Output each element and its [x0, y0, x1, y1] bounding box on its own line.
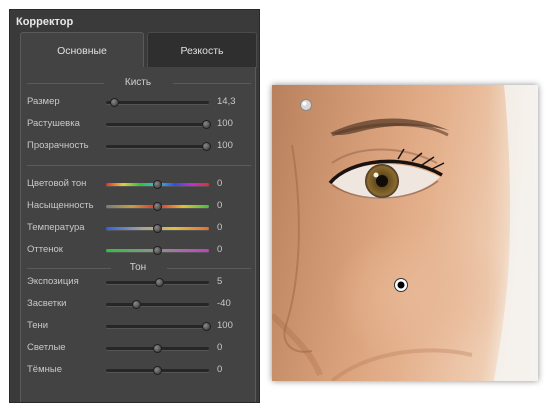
slider-value: 0	[217, 244, 223, 255]
slider-label: Засветки	[27, 298, 67, 309]
slider-track[interactable]	[106, 202, 209, 211]
slider-row: Прозрачность 100	[21, 139, 255, 153]
slider-track[interactable]	[106, 366, 209, 375]
slider-label: Тёмные	[27, 364, 62, 375]
slider-label: Экспозиция	[27, 276, 79, 287]
slider-row: Засветки -40	[21, 297, 255, 311]
slider-handle[interactable]	[153, 344, 162, 353]
slider-handle[interactable]	[155, 278, 165, 287]
slider-track[interactable]	[106, 300, 209, 309]
slider-value: 100	[217, 140, 233, 151]
slider-value: 100	[217, 320, 233, 331]
slider-row: Температура 0	[21, 221, 255, 235]
slider-row: Тёмные 0	[21, 363, 255, 377]
section-tone: Тон	[21, 262, 255, 274]
tab-basic[interactable]: Основные	[20, 32, 144, 68]
slider-label: Тени	[27, 320, 49, 331]
slider-label: Светлые	[27, 342, 66, 353]
slider-track[interactable]	[106, 322, 212, 331]
slider-handle[interactable]	[153, 246, 162, 255]
slider-label: Цветовой тон	[27, 178, 87, 189]
slider-value: 0	[217, 342, 223, 353]
slider-handle[interactable]	[153, 366, 162, 375]
section-brush: Кисть	[21, 77, 255, 89]
slider-row: Растушевка 100	[21, 117, 255, 131]
slider-track[interactable]	[106, 142, 212, 151]
slider-value: -40	[217, 298, 231, 309]
slider-label: Растушевка	[27, 118, 80, 129]
section-tone-label: Тон	[129, 262, 147, 273]
slider-label: Насыщенность	[27, 200, 94, 211]
slider-track[interactable]	[106, 278, 209, 287]
slider-row: Светлые 0	[21, 341, 255, 355]
slider-value: 0	[217, 178, 223, 189]
tab-bar: Основные Резкость	[17, 32, 257, 68]
slider-track[interactable]	[106, 98, 209, 107]
section-brush-label: Кисть	[124, 77, 152, 88]
slider-label: Прозрачность	[27, 140, 89, 151]
inactive-brush-pin[interactable]	[300, 99, 312, 111]
slider-track[interactable]	[106, 344, 209, 353]
slider-value: 0	[217, 200, 223, 211]
slider-handle[interactable]	[109, 98, 119, 107]
slider-value: 100	[217, 118, 233, 129]
slider-handle[interactable]	[153, 180, 162, 189]
section-divider	[21, 159, 255, 171]
tab-sharpness[interactable]: Резкость	[147, 32, 257, 68]
photo-canvas[interactable]	[272, 85, 538, 381]
slider-value: 0	[217, 364, 223, 375]
slider-track[interactable]	[106, 180, 209, 189]
slider-row: Размер 14,3	[21, 95, 255, 109]
adjustments-content: Кисть Тон Размер 14,3 Растушевка 100 Прозрач…	[20, 67, 256, 402]
slider-value: 14,3	[217, 96, 236, 107]
slider-track[interactable]	[106, 224, 209, 233]
slider-track[interactable]	[106, 246, 209, 255]
slider-handle[interactable]	[202, 142, 212, 151]
slider-row: Тени 100	[21, 319, 255, 333]
slider-handle[interactable]	[132, 300, 142, 309]
active-brush-pin[interactable]	[394, 278, 408, 292]
corrector-panel: Корректор Основные Резкость Кисть Тон Ра…	[9, 9, 260, 403]
slider-handle[interactable]	[153, 202, 162, 211]
slider-row: Экспозиция 5	[21, 275, 255, 289]
slider-handle[interactable]	[202, 322, 212, 331]
slider-value: 0	[217, 222, 223, 233]
slider-label: Оттенок	[27, 244, 63, 255]
slider-label: Размер	[27, 96, 60, 107]
panel-title: Корректор	[16, 16, 74, 28]
slider-row: Насыщенность 0	[21, 199, 255, 213]
portrait-photo	[272, 85, 538, 381]
slider-handle[interactable]	[202, 120, 212, 129]
slider-handle[interactable]	[153, 224, 162, 233]
slider-row: Цветовой тон 0	[21, 177, 255, 191]
slider-label: Температура	[27, 222, 85, 233]
slider-value: 5	[217, 276, 223, 287]
slider-track[interactable]	[106, 120, 212, 129]
slider-row: Оттенок 0	[21, 243, 255, 257]
